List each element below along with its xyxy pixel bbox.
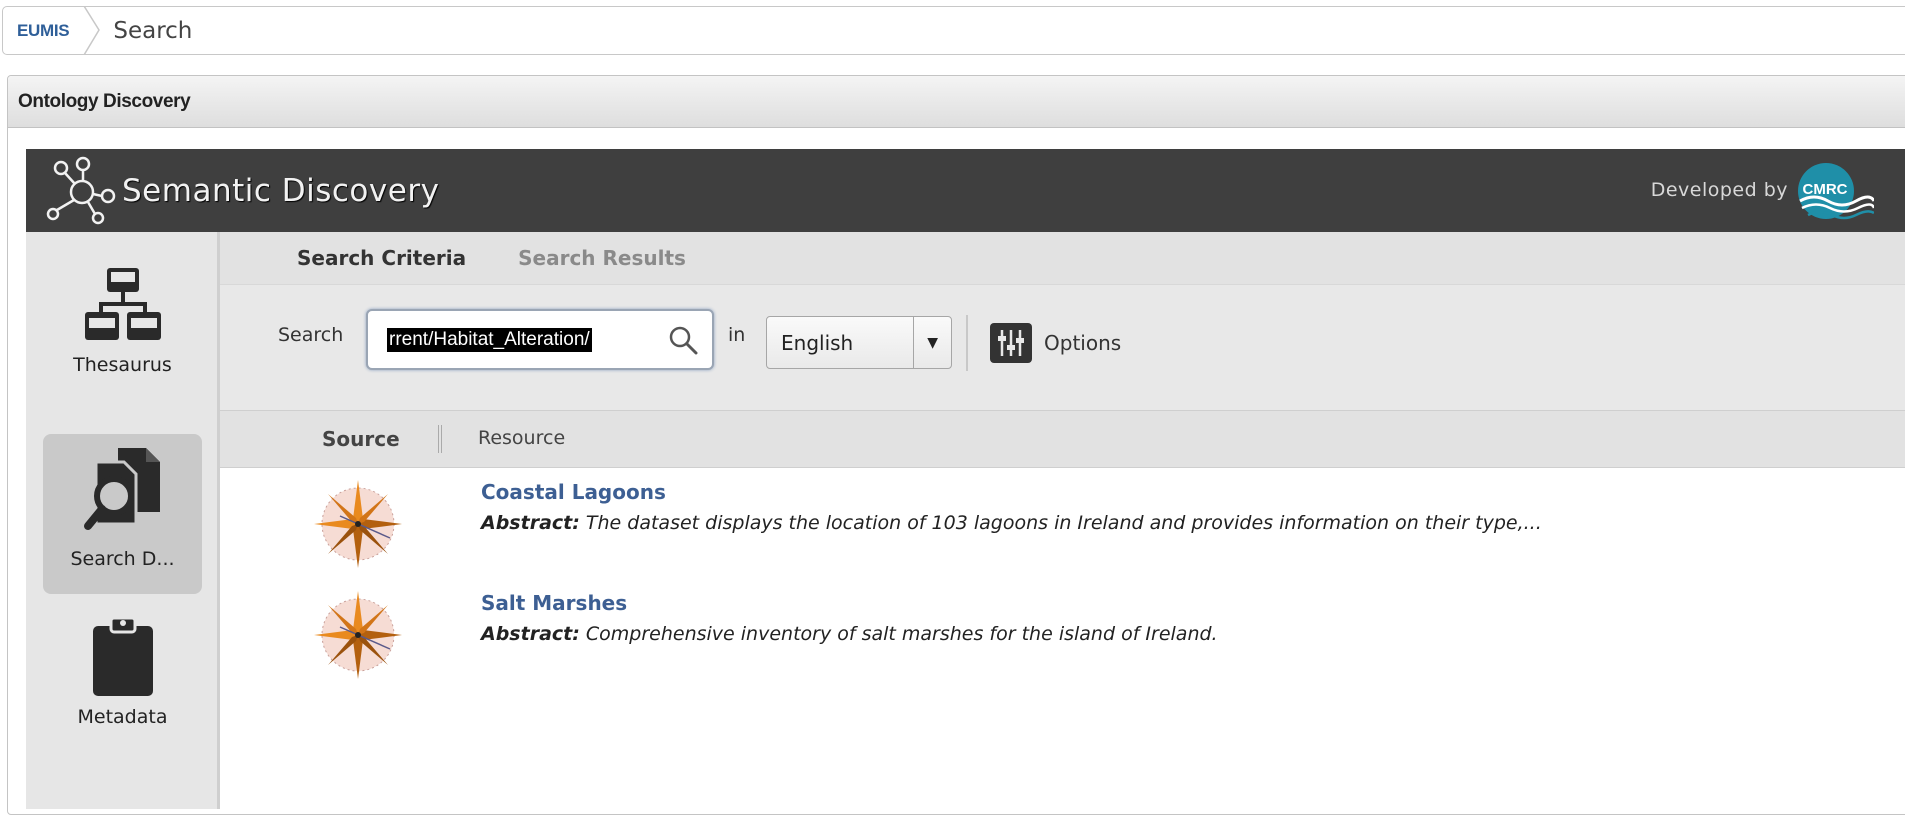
network-logo-icon: [46, 156, 116, 224]
sidebar: Thesaurus Search D... Metadata: [26, 232, 220, 809]
tab-search-criteria[interactable]: Search Criteria: [297, 246, 466, 270]
language-select-value: English: [781, 330, 854, 355]
thesaurus-icon: [84, 268, 161, 340]
cmrc-brand-text: CMRC: [1803, 181, 1848, 198]
sidebar-item-thesaurus[interactable]: Thesaurus: [43, 258, 202, 418]
abstract-text: Comprehensive inventory of salt marshes …: [585, 623, 1218, 645]
toolbar-divider: [966, 315, 968, 371]
abstract-label: Abstract:: [481, 512, 580, 534]
tab-bar: Search Criteria Search Results: [220, 232, 1905, 284]
sidebar-item-label: Search D...: [70, 548, 175, 570]
column-resize-handle[interactable]: [438, 425, 442, 453]
sidebar-item-search-documents[interactable]: Search D...: [43, 434, 202, 594]
search-documents-icon: [83, 448, 160, 530]
language-select[interactable]: English ▼: [766, 316, 952, 369]
developed-by-label: Developed by: [1650, 179, 1788, 201]
search-input-value: rrent/Habitat_Alteration/: [387, 328, 592, 352]
app-banner: Semantic Discovery Developed by CMRC: [26, 149, 1905, 232]
breadcrumb: EUMIS Search: [2, 6, 1905, 55]
tab-search-results[interactable]: Search Results: [518, 246, 686, 270]
panel-title: Ontology Discovery: [18, 90, 191, 112]
breadcrumb-home-link[interactable]: EUMIS: [3, 7, 83, 54]
cmrc-logo[interactable]: CMRC: [1794, 161, 1874, 221]
result-row: Salt Marshes Abstract: Comprehensive inv…: [220, 579, 1905, 689]
caret-down-icon[interactable]: ▼: [913, 317, 951, 368]
options-button[interactable]: Options: [990, 323, 1121, 363]
options-label: Options: [1044, 331, 1122, 355]
sidebar-item-label: Metadata: [77, 706, 168, 728]
breadcrumb-separator: [83, 6, 101, 55]
search-label: Search: [278, 324, 344, 346]
column-resource[interactable]: Resource: [478, 427, 565, 449]
result-title-link[interactable]: Coastal Lagoons: [481, 480, 666, 504]
panel-header: Ontology Discovery: [8, 76, 1905, 128]
abstract-label: Abstract:: [481, 623, 580, 645]
sidebar-item-label: Thesaurus: [73, 354, 172, 376]
column-source[interactable]: Source: [322, 427, 400, 451]
main-content: Search Criteria Search Results Search rr…: [220, 232, 1905, 809]
sidebar-item-metadata[interactable]: Metadata: [43, 614, 202, 774]
result-row: Coastal Lagoons Abstract: The dataset di…: [220, 468, 1905, 578]
abstract-text: The dataset displays the location of 103…: [585, 512, 1542, 534]
compass-rose-icon: [314, 480, 402, 568]
results-column-header: Source Resource: [220, 410, 1905, 468]
sliders-icon: [990, 323, 1032, 363]
breadcrumb-current: Search: [113, 17, 193, 44]
in-label: in: [728, 324, 746, 346]
search-bar: Search rrent/Habitat_Alteration/ in Engl…: [220, 284, 1905, 410]
result-abstract: Abstract: Comprehensive inventory of sal…: [481, 623, 1218, 645]
search-icon[interactable]: [668, 325, 698, 355]
semantic-discovery-app: Semantic Discovery Developed by CMRC The…: [26, 149, 1905, 809]
app-title: Semantic Discovery: [122, 172, 440, 209]
result-title-link[interactable]: Salt Marshes: [481, 591, 627, 615]
clipboard-icon: [92, 616, 153, 696]
result-abstract: Abstract: The dataset displays the locat…: [481, 512, 1542, 534]
compass-rose-icon: [314, 591, 402, 679]
search-input[interactable]: rrent/Habitat_Alteration/: [366, 309, 714, 370]
